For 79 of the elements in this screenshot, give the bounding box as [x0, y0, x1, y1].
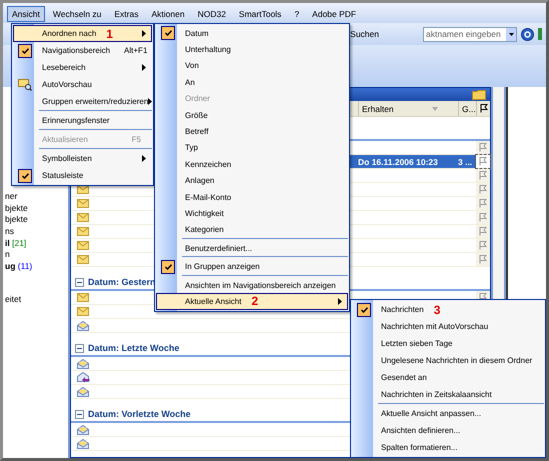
- menu-item[interactable]: Anlagen: [156, 172, 348, 189]
- folder-item[interactable]: n: [5, 249, 10, 260]
- flag-icon: [480, 104, 488, 113]
- menu-item[interactable]: Ansichten definieren...: [352, 422, 544, 439]
- menu-item[interactable]: Datum: [156, 25, 348, 42]
- menu-title[interactable]: NOD32: [192, 6, 231, 22]
- folder-item[interactable]: ug: [5, 261, 16, 272]
- menu-item[interactable]: Kennzeichen: [156, 156, 348, 173]
- folder-item[interactable]: eitet: [5, 294, 22, 304]
- menu-title[interactable]: Extras: [109, 6, 144, 22]
- menu-title[interactable]: ?: [289, 6, 304, 22]
- checkmark-icon: [360, 306, 368, 312]
- flag-cell[interactable]: [476, 239, 490, 252]
- menu-title[interactable]: Ansicht: [7, 6, 45, 22]
- menu-item[interactable]: Benutzerdefiniert...: [156, 240, 348, 256]
- menu-item[interactable]: E-Mail-Konto: [156, 188, 348, 206]
- menu-item[interactable]: Statusleiste: [13, 167, 152, 184]
- flag-cell[interactable]: [476, 253, 490, 266]
- step-number: 2: [251, 296, 258, 306]
- menu-item[interactable]: Symbolleisten: [13, 150, 152, 167]
- menu-title[interactable]: Adobe PDF: [307, 6, 362, 22]
- menu-item[interactable]: Nachrichten 3: [352, 301, 544, 318]
- checkmark-icon: [22, 172, 28, 178]
- help-icon[interactable]: [521, 28, 534, 40]
- menu-item[interactable]: Spalten formatieren...: [352, 439, 544, 456]
- unread-count: [21]: [12, 238, 26, 248]
- menu-item[interactable]: Von: [156, 58, 348, 74]
- flag-cell[interactable]: [476, 169, 490, 182]
- flag-cell[interactable]: [476, 183, 490, 196]
- menu-item[interactable]: Unterhaltung: [156, 41, 348, 58]
- unread-count: (11): [18, 261, 32, 272]
- menu-item[interactable]: Lesebereich: [13, 59, 152, 76]
- message-size: 3 ...: [458, 156, 472, 166]
- menu-item[interactable]: Ansichten im Navigationsbereich anzeigen: [156, 276, 348, 294]
- column-header[interactable]: G...: [458, 101, 476, 116]
- checkmark-icon: [164, 30, 172, 36]
- menu-item[interactable]: Nachrichten mit AutoVorschau: [352, 318, 544, 335]
- collapse-icon[interactable]: [75, 344, 84, 353]
- flag-cell[interactable]: [476, 197, 490, 210]
- menu-item[interactable]: Anordnen nach 1: [13, 25, 152, 42]
- menu-item[interactable]: AutoVorschau: [13, 76, 152, 93]
- menu-item[interactable]: Erinnerungsfenster: [13, 112, 152, 129]
- folder-item[interactable]: bjekte: [5, 202, 28, 213]
- flag-cell[interactable]: [476, 225, 490, 238]
- menu-item[interactable]: Typ: [156, 140, 348, 156]
- flag-cell[interactable]: [476, 141, 490, 154]
- menu-item[interactable]: Aktuelle Ansicht 2: [156, 293, 348, 310]
- menu-item[interactable]: Größe: [156, 106, 348, 124]
- flag-cell[interactable]: [476, 211, 490, 224]
- flag-column-header[interactable]: [476, 101, 490, 116]
- flag-icon[interactable]: [479, 293, 487, 302]
- received-date: Do 16.11.2006 10:23: [358, 156, 438, 166]
- column-header[interactable]: Erhalten: [358, 101, 458, 116]
- menu-title[interactable]: Aktionen: [146, 6, 190, 22]
- dropdown-arrow-icon: [508, 32, 514, 36]
- contact-search-field[interactable]: aktnamen eingeben: [423, 26, 517, 42]
- checkmark-icon: [22, 48, 28, 54]
- step-number: 1: [106, 28, 113, 38]
- checkmark-icon: [164, 264, 172, 270]
- folder-item[interactable]: il: [5, 238, 10, 248]
- search-label[interactable]: Suchen: [350, 29, 379, 39]
- flag-cell[interactable]: [476, 155, 490, 168]
- menu-item[interactable]: Kategorien: [156, 222, 348, 238]
- sort-icon: [432, 106, 438, 110]
- menu-item[interactable]: Gesendet an: [352, 369, 544, 386]
- menu-title[interactable]: Wechseln zu: [48, 6, 106, 22]
- folder-item[interactable]: ns: [5, 226, 14, 236]
- menu-item[interactable]: Navigationsbereich Alt+F1: [13, 42, 152, 59]
- collapse-icon[interactable]: [75, 410, 84, 419]
- menu-item[interactable]: An: [156, 74, 348, 91]
- folder-item[interactable]: ner: [5, 191, 18, 201]
- collapse-icon[interactable]: [75, 278, 84, 287]
- step-number: 3: [434, 304, 440, 314]
- menu-item[interactable]: In Gruppen anzeigen: [156, 258, 348, 275]
- folder-item[interactable]: bjekte: [5, 214, 28, 224]
- menu-item[interactable]: Betreff: [156, 123, 348, 140]
- menu-item[interactable]: Wichtigkeit: [156, 205, 348, 222]
- menu-title[interactable]: SmartTools: [234, 6, 286, 22]
- menu-item[interactable]: Gruppen erweitern/reduzieren: [13, 93, 152, 110]
